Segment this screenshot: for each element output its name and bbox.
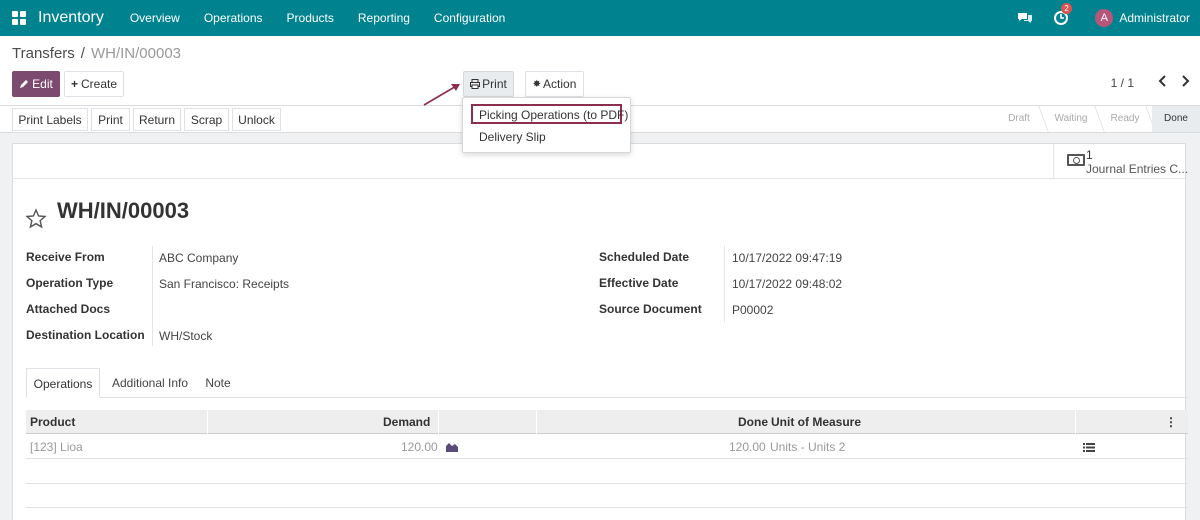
money-icon bbox=[1067, 154, 1085, 166]
pencil-icon bbox=[20, 80, 29, 88]
receive-from-label: Receive From bbox=[26, 250, 105, 264]
control-panel: Transfers / WH/IN/00003 Edit + Create Prin… bbox=[0, 36, 1200, 106]
create-button-label: Create bbox=[80, 77, 118, 91]
row-done: 120.00 bbox=[729, 440, 766, 454]
breadcrumb-separator: / bbox=[80, 45, 85, 62]
journal-entries-label: Journal Entries C... bbox=[1086, 162, 1189, 176]
stage-done: Done bbox=[1152, 106, 1200, 132]
table-row bbox=[26, 508, 1188, 520]
source-document-value[interactable]: P00002 bbox=[732, 303, 773, 317]
effective-date-value[interactable]: 10/17/2022 09:48:02 bbox=[732, 277, 842, 291]
detailed-operations-icon[interactable] bbox=[1083, 443, 1095, 452]
source-document-label: Source Document bbox=[599, 302, 702, 316]
table-header: Product Demand Done Unit of Measure ⋮ bbox=[26, 410, 1188, 434]
annotation-arrow bbox=[423, 84, 460, 106]
stage-waiting: Waiting bbox=[1054, 113, 1088, 124]
action-button[interactable]: ✸ Action bbox=[525, 71, 584, 97]
notebook-tabs: Operations Additional Info Note bbox=[26, 368, 1188, 398]
unlock-button[interactable]: Unlock bbox=[232, 108, 281, 131]
avatar[interactable]: A bbox=[1095, 9, 1114, 27]
field-divider bbox=[724, 246, 725, 322]
top-navbar: Inventory Overview Operations Products R… bbox=[0, 0, 1200, 36]
chevron-right-icon[interactable] bbox=[1178, 74, 1192, 88]
menu-item-picking-operations[interactable]: Picking Operations (to PDF) bbox=[479, 108, 628, 122]
menu-item-delivery-slip[interactable]: Delivery Slip bbox=[479, 130, 546, 144]
user-name[interactable]: Administrator bbox=[1119, 11, 1190, 25]
breadcrumb-parent[interactable]: Transfers bbox=[12, 45, 75, 62]
scheduled-date-value[interactable]: 10/17/2022 09:47:19 bbox=[732, 251, 842, 265]
breadcrumb-current: WH/IN/00003 bbox=[90, 45, 182, 62]
nav-menu-operations[interactable]: Operations bbox=[192, 11, 275, 25]
scheduled-date-label: Scheduled Date bbox=[599, 250, 690, 264]
column-divider bbox=[207, 410, 208, 434]
tab-operations[interactable]: Operations bbox=[26, 368, 100, 398]
table-row[interactable]: [123] Lioa 120.00 120.00 Units - Units 2 bbox=[26, 435, 1188, 459]
column-header-done[interactable]: Done bbox=[738, 410, 768, 434]
field-divider bbox=[152, 246, 153, 346]
effective-date-label: Effective Date bbox=[599, 276, 679, 290]
breadcrumb: Transfers / WH/IN/00003 bbox=[12, 45, 181, 62]
column-divider bbox=[438, 410, 439, 434]
edit-button-label: Edit bbox=[32, 77, 53, 91]
action-button-label: Action bbox=[543, 77, 577, 91]
plus-icon: + bbox=[70, 77, 78, 91]
attached-docs-label: Attached Docs bbox=[26, 302, 111, 316]
print-labels-button[interactable]: Print Labels bbox=[12, 108, 88, 131]
journal-entries-count: 1 bbox=[1086, 148, 1093, 162]
operation-type-label: Operation Type bbox=[26, 276, 114, 290]
edit-button[interactable]: Edit bbox=[12, 71, 60, 97]
column-divider bbox=[1075, 410, 1076, 434]
form-sheet: 1 Journal Entries C... WH/IN/00003 Recei… bbox=[12, 143, 1189, 520]
table-row bbox=[26, 484, 1188, 508]
journal-entries-button[interactable]: 1 Journal Entries C... bbox=[1053, 144, 1189, 179]
operation-type-value[interactable]: San Francisco: Receipts bbox=[159, 277, 289, 291]
forecast-chart-icon[interactable] bbox=[446, 442, 458, 452]
optional-columns-icon[interactable]: ⋮ bbox=[1165, 410, 1177, 434]
chevron-left-icon[interactable] bbox=[1156, 74, 1170, 88]
print-button-secondary[interactable]: Print bbox=[91, 108, 130, 131]
nav-menu-products[interactable]: Products bbox=[275, 11, 346, 25]
star-icon[interactable] bbox=[25, 208, 47, 230]
row-demand: 120.00 bbox=[401, 440, 438, 454]
print-button[interactable]: Print bbox=[463, 71, 514, 97]
pager-value[interactable]: 1 / 1 bbox=[1111, 76, 1134, 90]
row-uom: Units - Units 2 bbox=[770, 440, 846, 454]
chat-icon[interactable] bbox=[1017, 10, 1033, 26]
receive-from-value[interactable]: ABC Company bbox=[159, 251, 238, 265]
create-button[interactable]: + Create bbox=[64, 71, 124, 97]
return-button[interactable]: Return bbox=[133, 108, 181, 131]
nav-menu-reporting[interactable]: Reporting bbox=[346, 11, 422, 25]
column-divider bbox=[536, 410, 537, 434]
destination-location-value[interactable]: WH/Stock bbox=[159, 329, 212, 343]
column-header-product[interactable]: Product bbox=[30, 410, 75, 434]
nav-menu-configuration[interactable]: Configuration bbox=[422, 11, 517, 25]
table-row bbox=[26, 460, 1188, 484]
record-title: WH/IN/00003 bbox=[57, 198, 190, 223]
stage-ready: Ready bbox=[1110, 113, 1140, 124]
gear-icon: ✸ bbox=[532, 78, 542, 90]
row-product: [123] Lioa bbox=[30, 440, 83, 454]
destination-location-label: Destination Location bbox=[26, 328, 145, 342]
tab-additional-info[interactable]: Additional Info bbox=[104, 368, 196, 398]
apps-menu-icon[interactable] bbox=[12, 11, 26, 25]
printer-icon bbox=[470, 79, 481, 89]
stage-draft: Draft bbox=[1008, 113, 1030, 124]
print-dropdown-menu: Picking Operations (to PDF) Delivery Sli… bbox=[462, 97, 631, 153]
column-header-demand[interactable]: Demand bbox=[383, 410, 430, 434]
nav-menu-overview[interactable]: Overview bbox=[118, 11, 192, 25]
tab-note[interactable]: Note bbox=[200, 368, 236, 398]
scrap-button[interactable]: Scrap bbox=[184, 108, 229, 131]
column-header-uom[interactable]: Unit of Measure bbox=[771, 410, 861, 434]
print-button-label: Print bbox=[482, 77, 507, 91]
activity-badge: 2 bbox=[1061, 3, 1072, 14]
activity-button[interactable]: 2 bbox=[1053, 3, 1072, 26]
app-name[interactable]: Inventory bbox=[38, 9, 104, 27]
